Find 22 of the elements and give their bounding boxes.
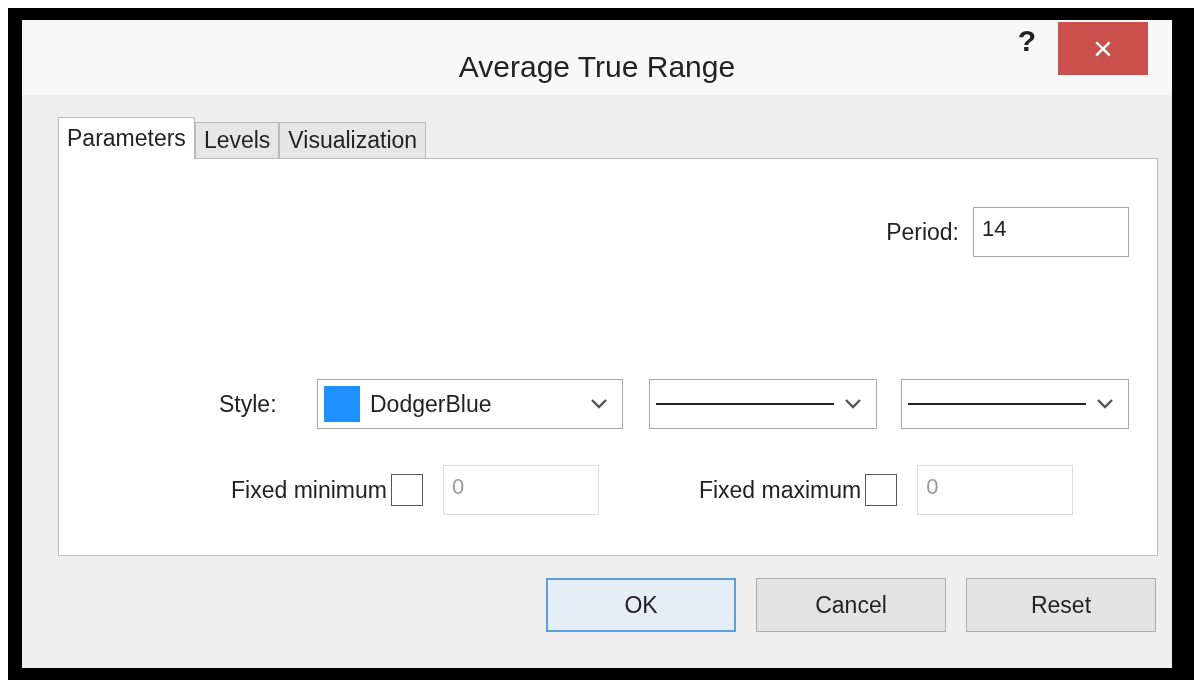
fixed-limit-label: Fixed maximum [698, 476, 862, 504]
tab[interactable]: Levels [194, 122, 280, 158]
close-button[interactable]: × [1058, 22, 1148, 75]
period-field[interactable]: 14 [973, 207, 1129, 257]
dialog-button[interactable]: Cancel [756, 578, 946, 632]
chevron-down-icon [844, 398, 862, 410]
tab[interactable]: Parameters [58, 117, 195, 159]
style-label: Style: [219, 390, 278, 418]
line-style-dropdown[interactable] [649, 379, 877, 429]
period-label: Period: [886, 218, 959, 246]
chevron-down-icon [590, 398, 608, 410]
window-title: Average True Range [458, 48, 736, 84]
help-button[interactable]: ? [1017, 24, 1036, 58]
solid-line-icon [656, 402, 834, 406]
solid-line-icon [908, 402, 1086, 406]
dialog-button[interactable]: Reset [966, 578, 1156, 632]
dialog-button[interactable]: OK [546, 578, 736, 632]
fixed-limit-label: Fixed minimum [231, 476, 387, 504]
line-width-dropdown[interactable] [901, 379, 1129, 429]
chevron-down-icon [1096, 398, 1114, 410]
color-dropdown[interactable]: DodgerBlue [317, 379, 623, 429]
tab[interactable]: Visualization [279, 122, 427, 158]
